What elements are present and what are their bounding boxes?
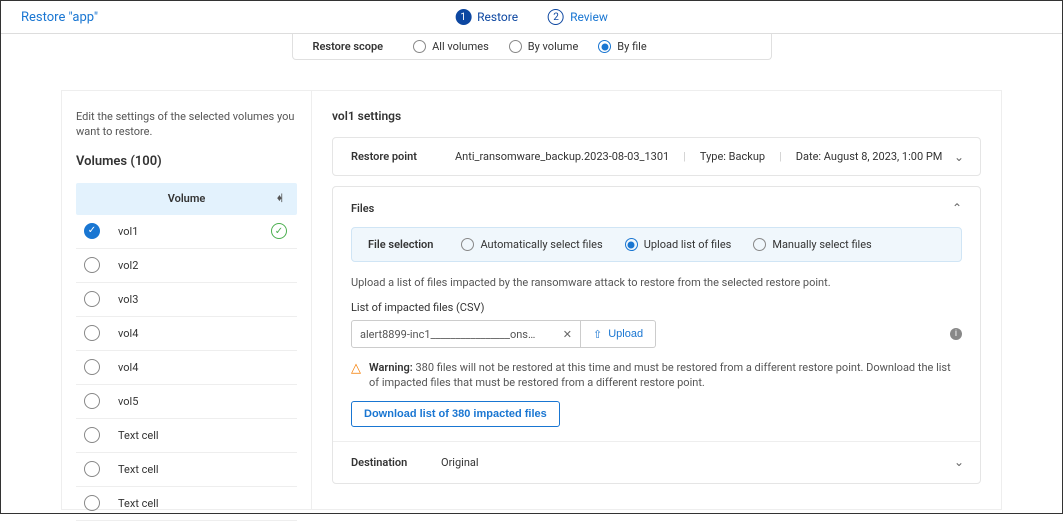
sort-icon[interactable]: ♦ | xyxy=(277,193,281,204)
radio-icon xyxy=(625,238,638,251)
chevron-down-icon[interactable]: ⌄ xyxy=(954,455,964,469)
file-selection-bar: File selection Automatically select file… xyxy=(351,227,962,262)
radio-icon[interactable] xyxy=(84,461,100,477)
volumes-heading: Volumes (100) xyxy=(76,154,297,169)
csv-field-label: List of impacted files (CSV) xyxy=(351,301,484,314)
files-title: Files xyxy=(351,202,374,215)
volume-row[interactable]: vol4 xyxy=(76,317,297,351)
radio-icon[interactable] xyxy=(84,291,100,307)
chevron-down-icon[interactable]: ⌄ xyxy=(954,150,964,164)
step-label: Restore xyxy=(477,10,518,24)
settings-title: vol1 settings xyxy=(332,109,981,123)
file-sel-manual[interactable]: Manually select files xyxy=(753,238,871,251)
radio-icon[interactable] xyxy=(84,257,100,273)
restore-point-panel[interactable]: Restore point Anti_ransomware_backup.202… xyxy=(332,137,981,176)
radio-icon[interactable] xyxy=(84,393,100,409)
file-sel-auto[interactable]: Automatically select files xyxy=(461,238,602,251)
volume-row[interactable]: vol3 xyxy=(76,283,297,317)
page-title: Restore "app" xyxy=(21,10,98,25)
step-restore[interactable]: 1 Restore xyxy=(455,9,518,25)
file-selection-label: File selection xyxy=(368,238,433,251)
radio-icon[interactable] xyxy=(84,223,100,239)
volumes-list: vol1✓ vol2 vol3 vol4 vol4 vol5 Text cell… xyxy=(76,215,297,521)
check-icon: ✓ xyxy=(271,223,287,239)
restore-scope-bar: Restore scope All volumes By volume By f… xyxy=(292,34,772,60)
sidebar-description: Edit the settings of the selected volume… xyxy=(76,109,297,140)
upload-button[interactable]: ⇧ Upload xyxy=(581,320,656,348)
volumes-sidebar: Edit the settings of the selected volume… xyxy=(62,91,312,509)
wizard-steps: 1 Restore 2 Review xyxy=(455,9,608,25)
warning-message: △ Warning: 380 files will not be restore… xyxy=(351,360,962,391)
restore-point-type: Type: Backup xyxy=(700,150,765,163)
warning-icon: △ xyxy=(351,360,361,391)
destination-panel[interactable]: Destination Original ⌄ xyxy=(333,441,980,483)
destination-label: Destination xyxy=(351,456,441,469)
step-number-icon: 1 xyxy=(455,9,471,25)
restore-point-label: Restore point xyxy=(351,150,441,163)
volume-row[interactable]: vol5 xyxy=(76,385,297,419)
settings-panel: vol1 settings Restore point Anti_ransomw… xyxy=(312,91,1001,509)
csv-file-input[interactable]: alert8899-inc1________________ons… ✕ xyxy=(351,320,581,348)
volume-row[interactable]: Text cell xyxy=(76,453,297,487)
radio-icon[interactable] xyxy=(84,427,100,443)
download-impacted-button[interactable]: Download list of 380 impacted files xyxy=(351,401,560,427)
radio-icon xyxy=(461,238,474,251)
main-content: Edit the settings of the selected volume… xyxy=(61,90,1002,510)
scope-label: Restore scope xyxy=(313,40,384,53)
radio-icon[interactable] xyxy=(84,359,100,375)
upload-icon: ⇧ xyxy=(593,328,602,341)
volume-row[interactable]: Text cell xyxy=(76,487,297,521)
volume-row-vol1[interactable]: vol1✓ xyxy=(76,215,297,249)
destination-value: Original xyxy=(441,456,479,469)
step-review[interactable]: 2 Review xyxy=(548,9,608,25)
radio-icon xyxy=(413,40,426,53)
scope-by-file[interactable]: By file xyxy=(598,40,646,53)
step-number-icon: 2 xyxy=(548,9,564,25)
radio-icon xyxy=(509,40,522,53)
upload-description: Upload a list of files impacted by the r… xyxy=(351,276,962,289)
volumes-column-header[interactable]: Volume ♦ | xyxy=(76,183,297,215)
radio-icon[interactable] xyxy=(84,325,100,341)
volume-row[interactable]: Text cell xyxy=(76,419,297,453)
restore-point-name: Anti_ransomware_backup.2023-08-03_1301 xyxy=(455,150,669,163)
volume-row[interactable]: vol2 xyxy=(76,249,297,283)
file-sel-upload[interactable]: Upload list of files xyxy=(625,238,732,251)
radio-icon xyxy=(753,238,766,251)
scope-by-volume[interactable]: By volume xyxy=(509,40,579,53)
step-label: Review xyxy=(570,10,608,24)
files-panel: Files ⌃ File selection Automatically sel… xyxy=(332,186,981,484)
radio-icon[interactable] xyxy=(84,495,100,511)
chevron-up-icon[interactable]: ⌃ xyxy=(952,201,962,215)
clear-icon[interactable]: ✕ xyxy=(563,328,572,341)
top-bar: Restore "app" 1 Restore 2 Review xyxy=(1,1,1062,34)
radio-icon xyxy=(598,40,611,53)
volume-row[interactable]: vol4 xyxy=(76,351,297,385)
info-icon[interactable]: i xyxy=(950,328,962,340)
scope-all-volumes[interactable]: All volumes xyxy=(413,40,489,53)
file-name: alert8899-inc1________________ons… xyxy=(360,328,557,341)
restore-point-date: Date: August 8, 2023, 1:00 PM xyxy=(796,150,943,163)
